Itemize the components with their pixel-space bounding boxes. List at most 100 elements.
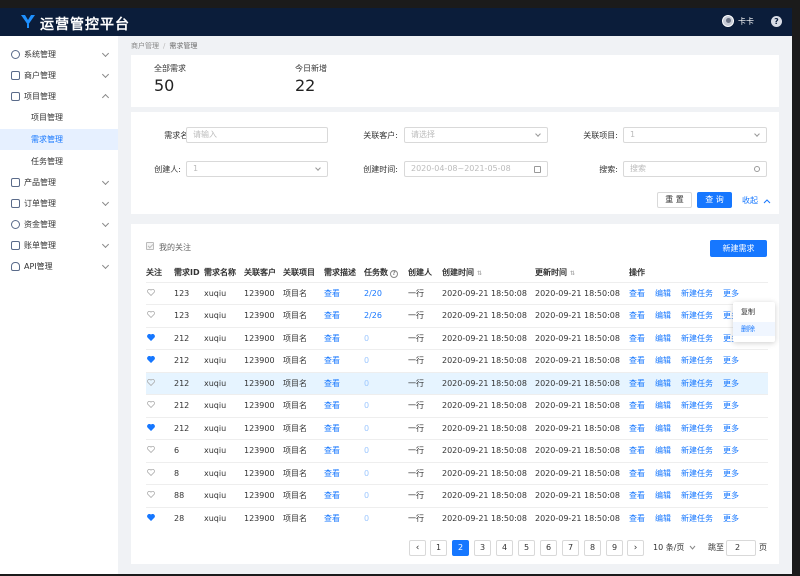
new-task-action[interactable]: 新建任务 — [681, 446, 713, 455]
sidebar-item-bill[interactable]: 账单管理 — [0, 235, 118, 256]
sidebar-subitem-task[interactable]: 任务管理 — [0, 151, 118, 172]
view-description-link[interactable]: 查看 — [324, 311, 340, 320]
sort-icon[interactable]: ⇅ — [477, 270, 482, 277]
project-select[interactable]: 1 — [623, 127, 767, 143]
view-description-link[interactable]: 查看 — [324, 469, 340, 478]
sidebar-item-order[interactable]: 订单管理 — [0, 193, 118, 214]
sidebar-item-api[interactable]: API管理 — [0, 256, 118, 277]
new-task-action[interactable]: 新建任务 — [681, 514, 713, 523]
view-description-link[interactable]: 查看 — [324, 289, 340, 298]
sidebar-item-product[interactable]: 产品管理 — [0, 172, 118, 193]
more-action[interactable]: 更多 — [723, 514, 739, 523]
new-requirement-button[interactable]: 新建需求 — [710, 240, 767, 257]
jump-page-input[interactable]: 2 — [726, 540, 756, 556]
table-row[interactable]: 28 xuqiu 123900 项目名 查看 0 一行 2020-09-21 18:50:08… — [146, 506, 768, 530]
table-row[interactable]: 123 xuqiu 123900 项目名 查看 2/26 一行 2020-09-21 18:5… — [146, 304, 768, 327]
sidebar-item-merchant[interactable]: 商户管理 — [0, 65, 118, 86]
more-action[interactable]: 更多 — [723, 491, 739, 500]
heart-filled-icon[interactable] — [147, 423, 155, 431]
more-action[interactable]: 更多 — [723, 446, 739, 455]
page-button[interactable]: 6 — [540, 540, 557, 556]
sidebar-subitem-project[interactable]: 项目管理 — [0, 107, 118, 128]
more-action[interactable]: 更多 — [723, 424, 739, 433]
new-task-action[interactable]: 新建任务 — [681, 491, 713, 500]
heart-filled-icon[interactable] — [147, 356, 155, 364]
table-row[interactable]: 123 xuqiu 123900 项目名 查看 2/20 一行 2020-09-21 18:5… — [146, 281, 768, 305]
page-button[interactable]: 7 — [562, 540, 579, 556]
edit-action[interactable]: 编辑 — [655, 379, 671, 388]
view-action[interactable]: 查看 — [629, 379, 645, 388]
view-action[interactable]: 查看 — [629, 311, 645, 320]
view-description-link[interactable]: 查看 — [324, 379, 340, 388]
task-count-link[interactable]: 0 — [364, 379, 369, 388]
view-description-link[interactable]: 查看 — [324, 424, 340, 433]
edit-action[interactable]: 编辑 — [655, 491, 671, 500]
page-button[interactable]: 3 — [474, 540, 491, 556]
edit-action[interactable]: 编辑 — [655, 446, 671, 455]
more-action[interactable]: 更多 — [723, 379, 739, 388]
sidebar-item-fund[interactable]: 资金管理 — [0, 214, 118, 235]
customer-select[interactable]: 请选择 — [404, 127, 548, 143]
edit-action[interactable]: 编辑 — [655, 424, 671, 433]
collapse-link[interactable]: 收起 — [742, 195, 771, 206]
edit-action[interactable]: 编辑 — [655, 401, 671, 410]
task-count-link[interactable]: 0 — [364, 356, 369, 365]
view-description-link[interactable]: 查看 — [324, 401, 340, 410]
edit-action[interactable]: 编辑 — [655, 311, 671, 320]
edit-action[interactable]: 编辑 — [655, 356, 671, 365]
table-row[interactable]: 212 xuqiu 123900 项目名 查看 0 一行 2020-09-21 18:50:0… — [146, 416, 768, 440]
new-task-action[interactable]: 新建任务 — [681, 401, 713, 410]
view-action[interactable]: 查看 — [629, 289, 645, 298]
new-task-action[interactable]: 新建任务 — [681, 334, 713, 343]
page-button[interactable]: 5 — [518, 540, 535, 556]
view-description-link[interactable]: 查看 — [324, 514, 340, 523]
edit-action[interactable]: 编辑 — [655, 514, 671, 523]
user-menu[interactable]: 卡卡 — [722, 15, 754, 27]
more-action[interactable]: 更多 — [723, 401, 739, 410]
heart-outline-icon[interactable] — [147, 288, 155, 296]
question-icon[interactable]: ? — [771, 16, 782, 27]
task-count-link[interactable]: 0 — [364, 514, 369, 523]
table-row[interactable]: 88 xuqiu 123900 项目名 查看 0 一行 2020-09-21 18:50:08… — [146, 484, 768, 507]
creator-select[interactable]: 1 — [186, 161, 328, 177]
more-action[interactable]: 更多 — [723, 356, 739, 365]
table-row[interactable]: 212 xuqiu 123900 项目名 查看 0 一行 2020-09-21 18:50:0… — [146, 394, 768, 417]
breadcrumb-parent[interactable]: 商户管理 — [131, 42, 159, 50]
requirement-name-input[interactable]: 请输入 — [186, 127, 328, 143]
task-count-link[interactable]: 0 — [364, 334, 369, 343]
prev-page-icon[interactable]: ‹ — [409, 540, 426, 556]
heart-outline-icon[interactable] — [147, 446, 155, 454]
table-row[interactable]: 8 xuqiu 123900 项目名 查看 0 一行 2020-09-21 18:50:08 2… — [146, 461, 768, 485]
new-task-action[interactable]: 新建任务 — [681, 311, 713, 320]
page-size-select[interactable]: 10 条/页 — [653, 540, 696, 556]
page-button[interactable]: 4 — [496, 540, 513, 556]
view-action[interactable]: 查看 — [629, 469, 645, 478]
heart-outline-icon[interactable] — [147, 401, 155, 409]
col-created[interactable]: 创建时间 ⇅ — [442, 264, 535, 282]
heart-outline-icon[interactable] — [147, 378, 155, 386]
task-count-link[interactable]: 2/26 — [364, 311, 382, 320]
task-count-link[interactable]: 0 — [364, 401, 369, 410]
sidebar-item-system[interactable]: 系统管理 — [0, 44, 118, 65]
view-action[interactable]: 查看 — [629, 424, 645, 433]
my-follow-checkbox[interactable] — [146, 242, 154, 250]
view-description-link[interactable]: 查看 — [324, 334, 340, 343]
view-action[interactable]: 查看 — [629, 491, 645, 500]
task-count-link[interactable]: 2/20 — [364, 289, 382, 298]
more-action[interactable]: 更多 — [723, 289, 739, 298]
page-button[interactable]: 1 — [430, 540, 447, 556]
query-button[interactable]: 查 询 — [697, 192, 732, 208]
view-action[interactable]: 查看 — [629, 514, 645, 523]
sort-icon[interactable]: ⇅ — [570, 270, 575, 277]
heart-outline-icon[interactable] — [147, 491, 155, 499]
view-action[interactable]: 查看 — [629, 401, 645, 410]
search-input[interactable]: 搜索 — [623, 161, 767, 177]
view-description-link[interactable]: 查看 — [324, 491, 340, 500]
new-task-action[interactable]: 新建任务 — [681, 379, 713, 388]
heart-filled-icon[interactable] — [147, 333, 155, 341]
task-count-link[interactable]: 0 — [364, 469, 369, 478]
edit-action[interactable]: 编辑 — [655, 334, 671, 343]
edit-action[interactable]: 编辑 — [655, 289, 671, 298]
view-action[interactable]: 查看 — [629, 446, 645, 455]
more-action[interactable]: 更多 — [723, 469, 739, 478]
